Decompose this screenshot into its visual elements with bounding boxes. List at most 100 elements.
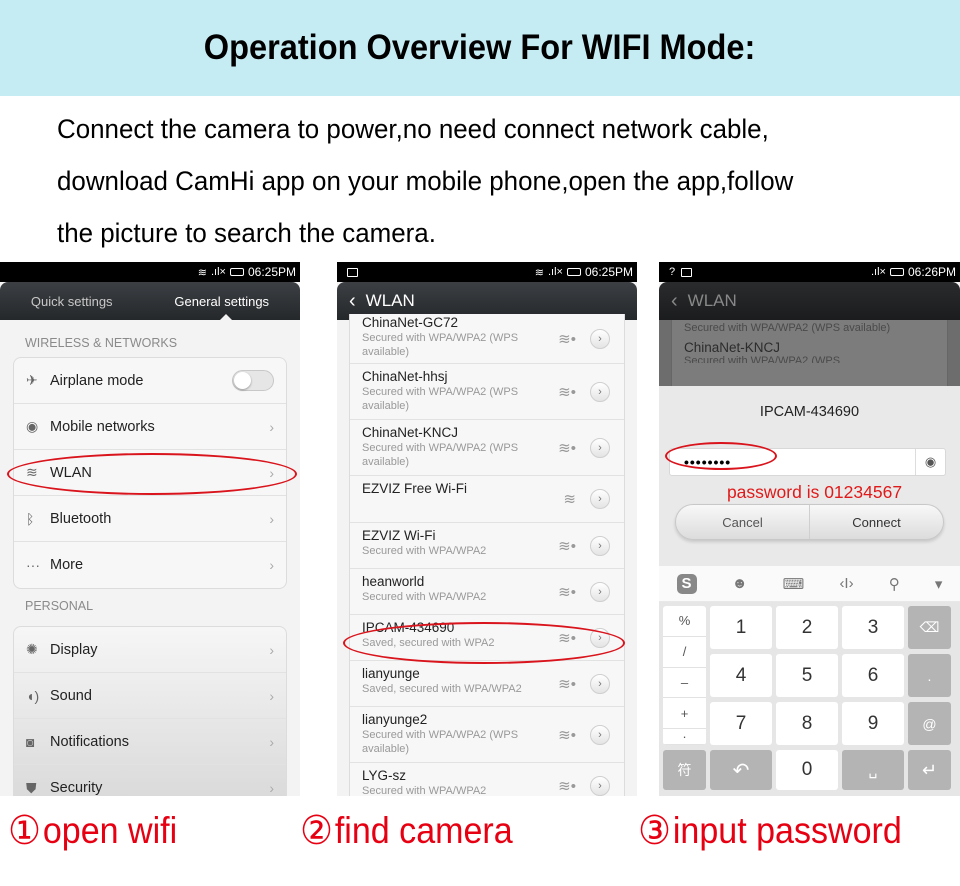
setting-airplane-mode[interactable]: ✈ Airplane mode bbox=[14, 358, 286, 404]
setting-mobile-networks[interactable]: ◉ Mobile networks › bbox=[14, 404, 286, 450]
network-name: ChinaNet-KNCJ bbox=[684, 340, 781, 355]
network-details-button[interactable]: › bbox=[590, 724, 610, 745]
network-details-button[interactable]: › bbox=[590, 581, 610, 602]
wifi-network-item[interactable]: ChinaNet-hhsj Secured with WPA/WPA2 (WPS … bbox=[350, 364, 624, 420]
setting-notifications[interactable]: ◙ Notifications › bbox=[14, 719, 286, 765]
key-5[interactable]: 5 bbox=[776, 654, 838, 697]
sogou-logo-icon[interactable]: S bbox=[676, 573, 697, 594]
back-icon[interactable]: ‹ bbox=[349, 290, 356, 313]
password-input[interactable]: •••••••• ◉ bbox=[669, 448, 946, 476]
setting-more[interactable]: ··· More › bbox=[14, 542, 286, 588]
key-4[interactable]: 4 bbox=[710, 654, 772, 697]
backspace-key[interactable]: ⌫ bbox=[908, 606, 951, 649]
network-details-button[interactable]: › bbox=[590, 437, 610, 458]
key-symbol[interactable]: · bbox=[663, 729, 706, 745]
symbol-column[interactable]: % / – + · bbox=[663, 606, 706, 745]
tab-quick-settings[interactable]: Quick settings bbox=[31, 294, 113, 309]
key-9[interactable]: 9 bbox=[842, 702, 904, 745]
wifi-network-item[interactable]: EZVIZ Free Wi-Fi ≋ › bbox=[350, 476, 624, 523]
settings-tabs: Quick settings General settings bbox=[0, 282, 300, 320]
wifi-network-item[interactable]: EZVIZ Wi-Fi Secured with WPA/WPA2 ≋• › bbox=[350, 523, 624, 569]
key-1[interactable]: 1 bbox=[710, 606, 772, 649]
setting-label: Airplane mode bbox=[50, 372, 144, 389]
active-tab-pointer bbox=[220, 314, 232, 320]
network-name: ChinaNet-GC72 bbox=[362, 315, 459, 330]
mobile-networks-icon: ◉ bbox=[26, 418, 39, 434]
intro-line: Connect the camera to power,no need conn… bbox=[57, 114, 769, 144]
wifi-network-item[interactable]: LYG-sz Secured with WPA/WPA2 ≋• › bbox=[350, 763, 624, 796]
emoji-icon[interactable]: ☻ bbox=[732, 575, 748, 592]
space-key[interactable]: ␣ bbox=[842, 750, 904, 790]
setting-label: Bluetooth bbox=[50, 510, 112, 527]
network-details-button[interactable]: › bbox=[590, 328, 610, 349]
network-subtitle: Secured with WPA/WPA2 bbox=[362, 545, 487, 557]
key-6[interactable]: 6 bbox=[842, 654, 904, 697]
key-7[interactable]: 7 bbox=[710, 702, 772, 745]
wifi-status-icon: ≋ bbox=[534, 266, 544, 279]
key-2[interactable]: 2 bbox=[776, 606, 838, 649]
key-symbol[interactable]: / bbox=[663, 637, 706, 668]
wlan-screen: ≋ .ıl× 06:25PM ‹ WLAN ChinaNet-GC72 Secur… bbox=[337, 262, 637, 796]
page-title: Operation Overview For WIFI Mode: bbox=[204, 28, 756, 67]
network-details-button[interactable]: › bbox=[590, 627, 610, 648]
cursor-icon[interactable]: ‹I› bbox=[839, 575, 853, 592]
airplane-mode-toggle[interactable] bbox=[232, 370, 274, 391]
chevron-right-icon: › bbox=[269, 418, 274, 435]
setting-security[interactable]: ⛊ Security › bbox=[14, 765, 286, 797]
keyboard-toolbar: S ☻ ⌨ ‹I› ⚲ ▾ bbox=[659, 566, 960, 602]
wifi-icon: ≋ bbox=[26, 464, 38, 480]
settings-screen: ≋ .ıl× 06:25PM Quick settings General se… bbox=[0, 262, 300, 796]
battery-icon bbox=[566, 268, 581, 276]
key-at[interactable]: @ bbox=[908, 702, 951, 745]
network-details-button[interactable]: › bbox=[590, 381, 610, 402]
key-3[interactable]: 3 bbox=[842, 606, 904, 649]
network-details-button[interactable]: › bbox=[590, 673, 610, 694]
setting-bluetooth[interactable]: ᛒ Bluetooth › bbox=[14, 496, 286, 542]
wifi-network-item[interactable]: heanworld Secured with WPA/WPA2 ≋• › bbox=[350, 569, 624, 615]
wifi-network-item[interactable]: ChinaNet-GC72 Secured with WPA/WPA2 (WPS … bbox=[350, 314, 624, 364]
search-icon[interactable]: ⚲ bbox=[889, 575, 900, 593]
setting-wlan[interactable]: ≋ WLAN › bbox=[14, 450, 286, 496]
setting-sound[interactable]: ◖) Sound › bbox=[14, 673, 286, 719]
airplane-icon: ✈ bbox=[26, 372, 38, 388]
hide-keyboard-icon[interactable]: ▾ bbox=[935, 575, 943, 593]
screen-title: WLAN bbox=[365, 291, 415, 310]
enter-key[interactable]: ↵ bbox=[908, 750, 951, 790]
symbols-key[interactable]: 符 bbox=[663, 750, 706, 790]
wifi-network-item[interactable]: lianyunge Saved, secured with WPA/WPA2 ≋• › bbox=[350, 661, 624, 707]
network-details-button[interactable]: › bbox=[590, 535, 610, 556]
settings-group: ✺ Display › ◖) Sound › ◙ Notifications › ⛊ Securit… bbox=[13, 626, 287, 796]
wifi-network-item[interactable]: ChinaNet-KNCJ Secured with WPA/WPA2 (WPS … bbox=[350, 420, 624, 476]
tab-general-settings[interactable]: General settings bbox=[174, 294, 269, 309]
key-0[interactable]: 0 bbox=[776, 750, 838, 790]
network-details-button[interactable]: › bbox=[590, 775, 610, 796]
key-symbol[interactable]: % bbox=[663, 606, 706, 637]
notifications-icon: ◙ bbox=[26, 733, 35, 750]
key-dot[interactable]: . bbox=[908, 654, 951, 697]
wifi-network-item[interactable]: IPCAM-434690 Saved, secured with WPA2 ≋• › bbox=[350, 615, 624, 661]
key-symbol[interactable]: + bbox=[663, 698, 706, 729]
wifi-locked-icon: ≋• bbox=[558, 629, 576, 647]
key-8[interactable]: 8 bbox=[776, 702, 838, 745]
bluetooth-icon: ᛒ bbox=[26, 510, 35, 527]
security-icon: ⛊ bbox=[26, 779, 37, 796]
network-details-button[interactable]: › bbox=[590, 489, 610, 509]
key-symbol[interactable]: – bbox=[663, 668, 706, 699]
network-subtitle: Secured with WPA/WPA2 (WPS available) bbox=[362, 386, 519, 412]
chevron-right-icon: › bbox=[269, 510, 274, 527]
cancel-button[interactable]: Cancel bbox=[676, 505, 809, 539]
return-arrow-key[interactable]: ↶ bbox=[710, 750, 772, 790]
section-label: PERSONAL bbox=[25, 599, 94, 613]
status-time: 06:25PM bbox=[247, 265, 296, 279]
show-password-icon[interactable]: ◉ bbox=[915, 449, 945, 475]
wifi-locked-icon: ≋• bbox=[558, 583, 576, 601]
step-label: open wifi bbox=[42, 810, 178, 851]
password-value[interactable]: •••••••• bbox=[670, 454, 915, 470]
connect-button[interactable]: Connect bbox=[809, 505, 943, 539]
setting-display[interactable]: ✺ Display › bbox=[14, 627, 286, 673]
sound-icon: ◖) bbox=[26, 687, 40, 704]
chevron-right-icon: › bbox=[269, 733, 274, 750]
setting-label: More bbox=[50, 557, 84, 573]
keyboard-icon[interactable]: ⌨ bbox=[783, 575, 805, 593]
wifi-network-item[interactable]: lianyunge2 Secured with WPA/WPA2 (WPS ava… bbox=[350, 707, 624, 763]
